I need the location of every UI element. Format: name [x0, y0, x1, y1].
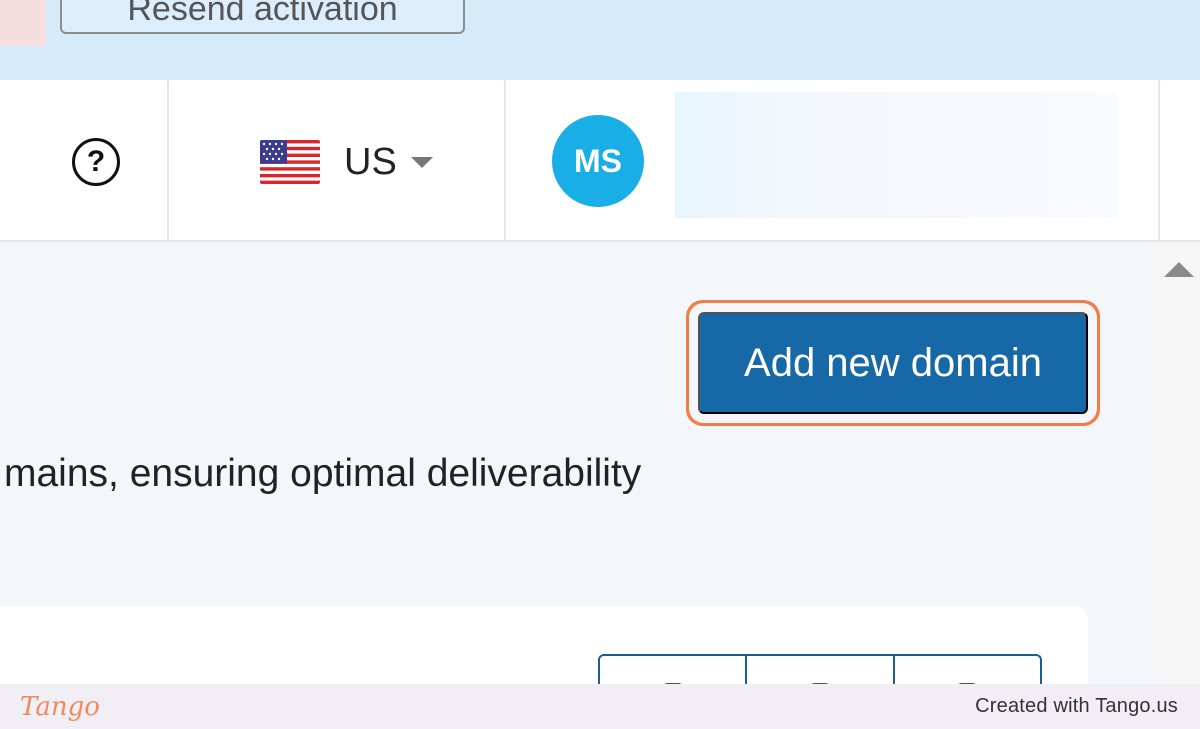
tango-footer: Tango Created with Tango.us: [0, 684, 1200, 729]
main-content: Add new domain mains, ensuring optimal d…: [0, 242, 1156, 704]
help-glyph: ?: [86, 145, 106, 178]
add-new-domain-button[interactable]: Add new domain: [698, 312, 1088, 414]
user-info-redacted: [675, 92, 1117, 218]
top-header: ? US MS: [0, 80, 1200, 242]
vertical-scrollbar[interactable]: [1156, 242, 1200, 684]
language-label: US: [344, 140, 397, 183]
help-icon[interactable]: ?: [72, 138, 120, 186]
header-divider: [504, 80, 506, 240]
activation-banner: Resend activation: [0, 0, 1200, 80]
user-avatar[interactable]: MS: [552, 115, 644, 207]
caret-down-icon: [410, 156, 433, 168]
banner-alert-strip: [0, 0, 46, 46]
us-flag-icon: [260, 140, 320, 184]
header-divider: [167, 80, 169, 240]
scroll-up-arrow-icon[interactable]: [1164, 262, 1194, 277]
language-selector[interactable]: US: [260, 132, 433, 192]
tango-logo: Tango: [20, 691, 100, 722]
domains-card: [0, 606, 1088, 704]
resend-activation-button[interactable]: Resend activation: [60, 0, 465, 34]
avatar-initials: MS: [574, 142, 622, 179]
us-flag-svg: [260, 140, 320, 184]
page-description: mains, ensuring optimal deliverability: [4, 452, 642, 495]
header-divider: [1158, 80, 1160, 240]
created-with-text: Created with Tango.us: [975, 695, 1178, 717]
